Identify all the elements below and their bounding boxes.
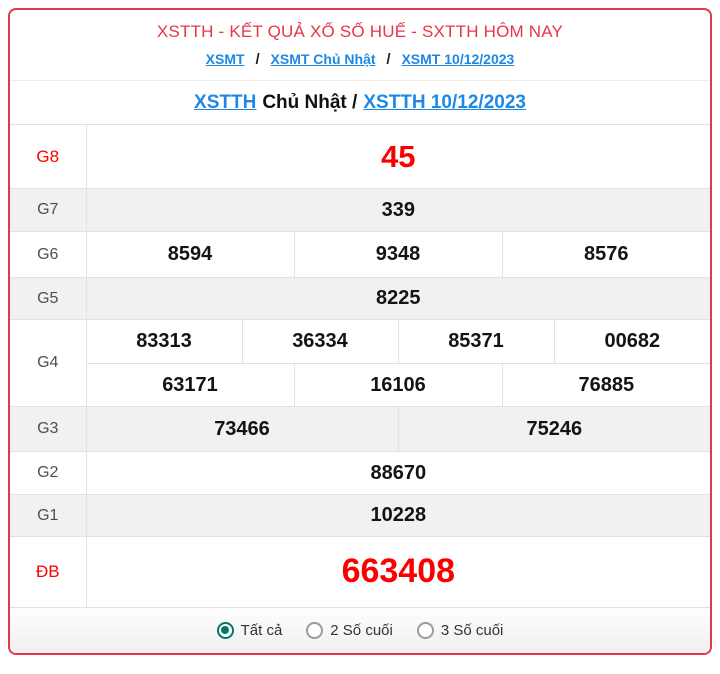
prize-number: 8225	[86, 278, 710, 320]
prize-number: 9348	[294, 232, 502, 278]
page-title: XSTTH - KẾT QUẢ XỔ SỐ HUẾ - SXTTH HÔM NA…	[10, 22, 710, 42]
breadcrumb-link-xsmt-chu-nhat[interactable]: XSMT Chủ Nhật	[271, 51, 376, 67]
breadcrumb-link-xsmt[interactable]: XSMT	[206, 51, 245, 67]
prize-number: 75246	[398, 407, 710, 452]
prize-number-jackpot: 663408	[86, 537, 710, 607]
prize-number: 45	[86, 125, 710, 189]
filter-option-all[interactable]: Tất cả	[217, 622, 283, 639]
prize-number: 88670	[86, 452, 710, 495]
filter-option-2-so-cuoi[interactable]: 2 Số cuối	[306, 622, 393, 639]
prize-number: 16106	[294, 364, 502, 407]
radio-label: 2 Số cuối	[330, 622, 393, 639]
prize-number: 8594	[86, 232, 294, 278]
lottery-result-card: XSTTH - KẾT QUẢ XỔ SỐ HUẾ - SXTTH HÔM NA…	[8, 8, 712, 655]
prize-label-g2: G2	[10, 452, 86, 495]
prize-row-g4-top: G4 83313 36334 85371 00682	[10, 320, 710, 364]
prize-number: 76885	[502, 364, 710, 407]
prize-label-db: ĐB	[10, 537, 86, 607]
prize-number: 00682	[554, 320, 710, 364]
prize-number: 73466	[86, 407, 398, 452]
prize-row-g6: G6 8594 9348 8576	[10, 232, 710, 278]
radio-icon	[417, 622, 434, 639]
prize-row-g4-bottom: 63171 16106 76885	[10, 364, 710, 407]
breadcrumb-link-xsmt-date[interactable]: XSMT 10/12/2023	[401, 51, 514, 67]
prize-number: 63171	[86, 364, 294, 407]
filter-bar: Tất cả 2 Số cuối 3 Số cuối	[10, 607, 710, 653]
radio-icon	[217, 622, 234, 639]
prize-number: 83313	[86, 320, 242, 364]
prize-row-g3: G3 73466 75246	[10, 407, 710, 452]
header: XSTTH - KẾT QUẢ XỔ SỐ HUẾ - SXTTH HÔM NA…	[10, 10, 710, 81]
radio-label: 3 Số cuối	[441, 622, 504, 639]
prize-label-g4: G4	[10, 320, 86, 407]
result-subtitle: XSTTH Chủ Nhật / XSTTH 10/12/2023	[10, 81, 710, 124]
prize-row-g2: G2 88670	[10, 452, 710, 495]
prize-label-g1: G1	[10, 495, 86, 537]
prize-number: 8576	[502, 232, 710, 278]
prize-number: 10228	[86, 495, 710, 537]
prize-label-g8: G8	[10, 125, 86, 189]
prize-number: 85371	[398, 320, 554, 364]
prize-number: 339	[86, 189, 710, 232]
filter-option-3-so-cuoi[interactable]: 3 Số cuối	[417, 622, 504, 639]
subtitle-link-xstth-date[interactable]: XSTTH 10/12/2023	[363, 92, 526, 114]
prize-label-g7: G7	[10, 189, 86, 232]
prize-row-g7: G7 339	[10, 189, 710, 232]
radio-label: Tất cả	[241, 622, 283, 639]
prize-label-g3: G3	[10, 407, 86, 452]
prize-label-g6: G6	[10, 232, 86, 278]
breadcrumb-separator: /	[255, 51, 259, 68]
prize-row-g1: G1 10228	[10, 495, 710, 537]
breadcrumb: XSMT / XSMT Chủ Nhật / XSMT 10/12/2023	[10, 51, 710, 80]
subtitle-text: Chủ Nhật /	[262, 92, 357, 114]
prize-row-db: ĐB 663408	[10, 537, 710, 607]
prize-label-g5: G5	[10, 278, 86, 320]
prize-row-g5: G5 8225	[10, 278, 710, 320]
results-table: G8 45 G7 339 G6 8594 9348 8576 G5 8225 G…	[10, 124, 710, 607]
subtitle-link-xstth[interactable]: XSTTH	[194, 92, 256, 114]
radio-icon	[306, 622, 323, 639]
prize-row-g8: G8 45	[10, 125, 710, 189]
prize-number: 36334	[242, 320, 398, 364]
breadcrumb-separator: /	[386, 51, 390, 68]
